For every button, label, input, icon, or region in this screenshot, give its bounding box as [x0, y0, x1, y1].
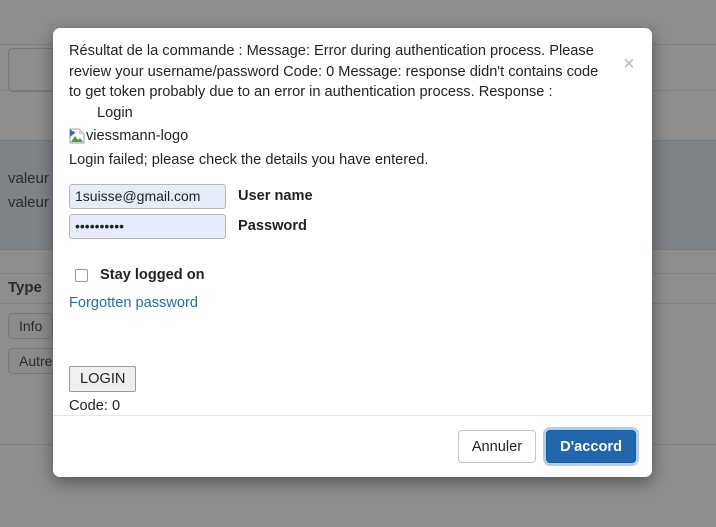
logo-alt-text: viessmann-logo [86, 127, 189, 144]
stay-logged-on-label: Stay logged on [100, 266, 205, 283]
command-result-message: Résultat de la commande : Message: Error… [69, 43, 599, 100]
forgotten-password-link[interactable]: Forgotten password [69, 295, 198, 311]
logo-line: viessmann-logo [69, 125, 636, 146]
username-input[interactable] [69, 183, 226, 209]
stay-logged-on-row: Stay logged on [69, 263, 636, 283]
login-submit-button[interactable]: LOGIN [69, 365, 137, 392]
password-input[interactable] [69, 213, 226, 239]
code-status-text: Code: 0 [69, 397, 121, 414]
login-error-message: Login failed; please check the details y… [69, 152, 429, 168]
password-row: Password [69, 213, 636, 239]
modal-body: Résultat de la commande : Message: Error… [53, 28, 652, 415]
username-label: User name [238, 188, 313, 204]
password-label: Password [238, 218, 307, 234]
username-row: User name [69, 183, 636, 209]
broken-image-icon [69, 128, 85, 144]
stay-logged-on-checkbox[interactable] [75, 268, 88, 282]
confirm-button[interactable]: D'accord [546, 430, 636, 463]
modal-dialog: × Résultat de la commande : Message: Err… [53, 28, 652, 477]
login-heading: Login [97, 104, 133, 121]
modal-footer: Annuler D'accord [53, 415, 652, 477]
login-form: User name Password Stay logged on Forgot… [69, 183, 636, 414]
cancel-button[interactable]: Annuler [457, 430, 537, 463]
